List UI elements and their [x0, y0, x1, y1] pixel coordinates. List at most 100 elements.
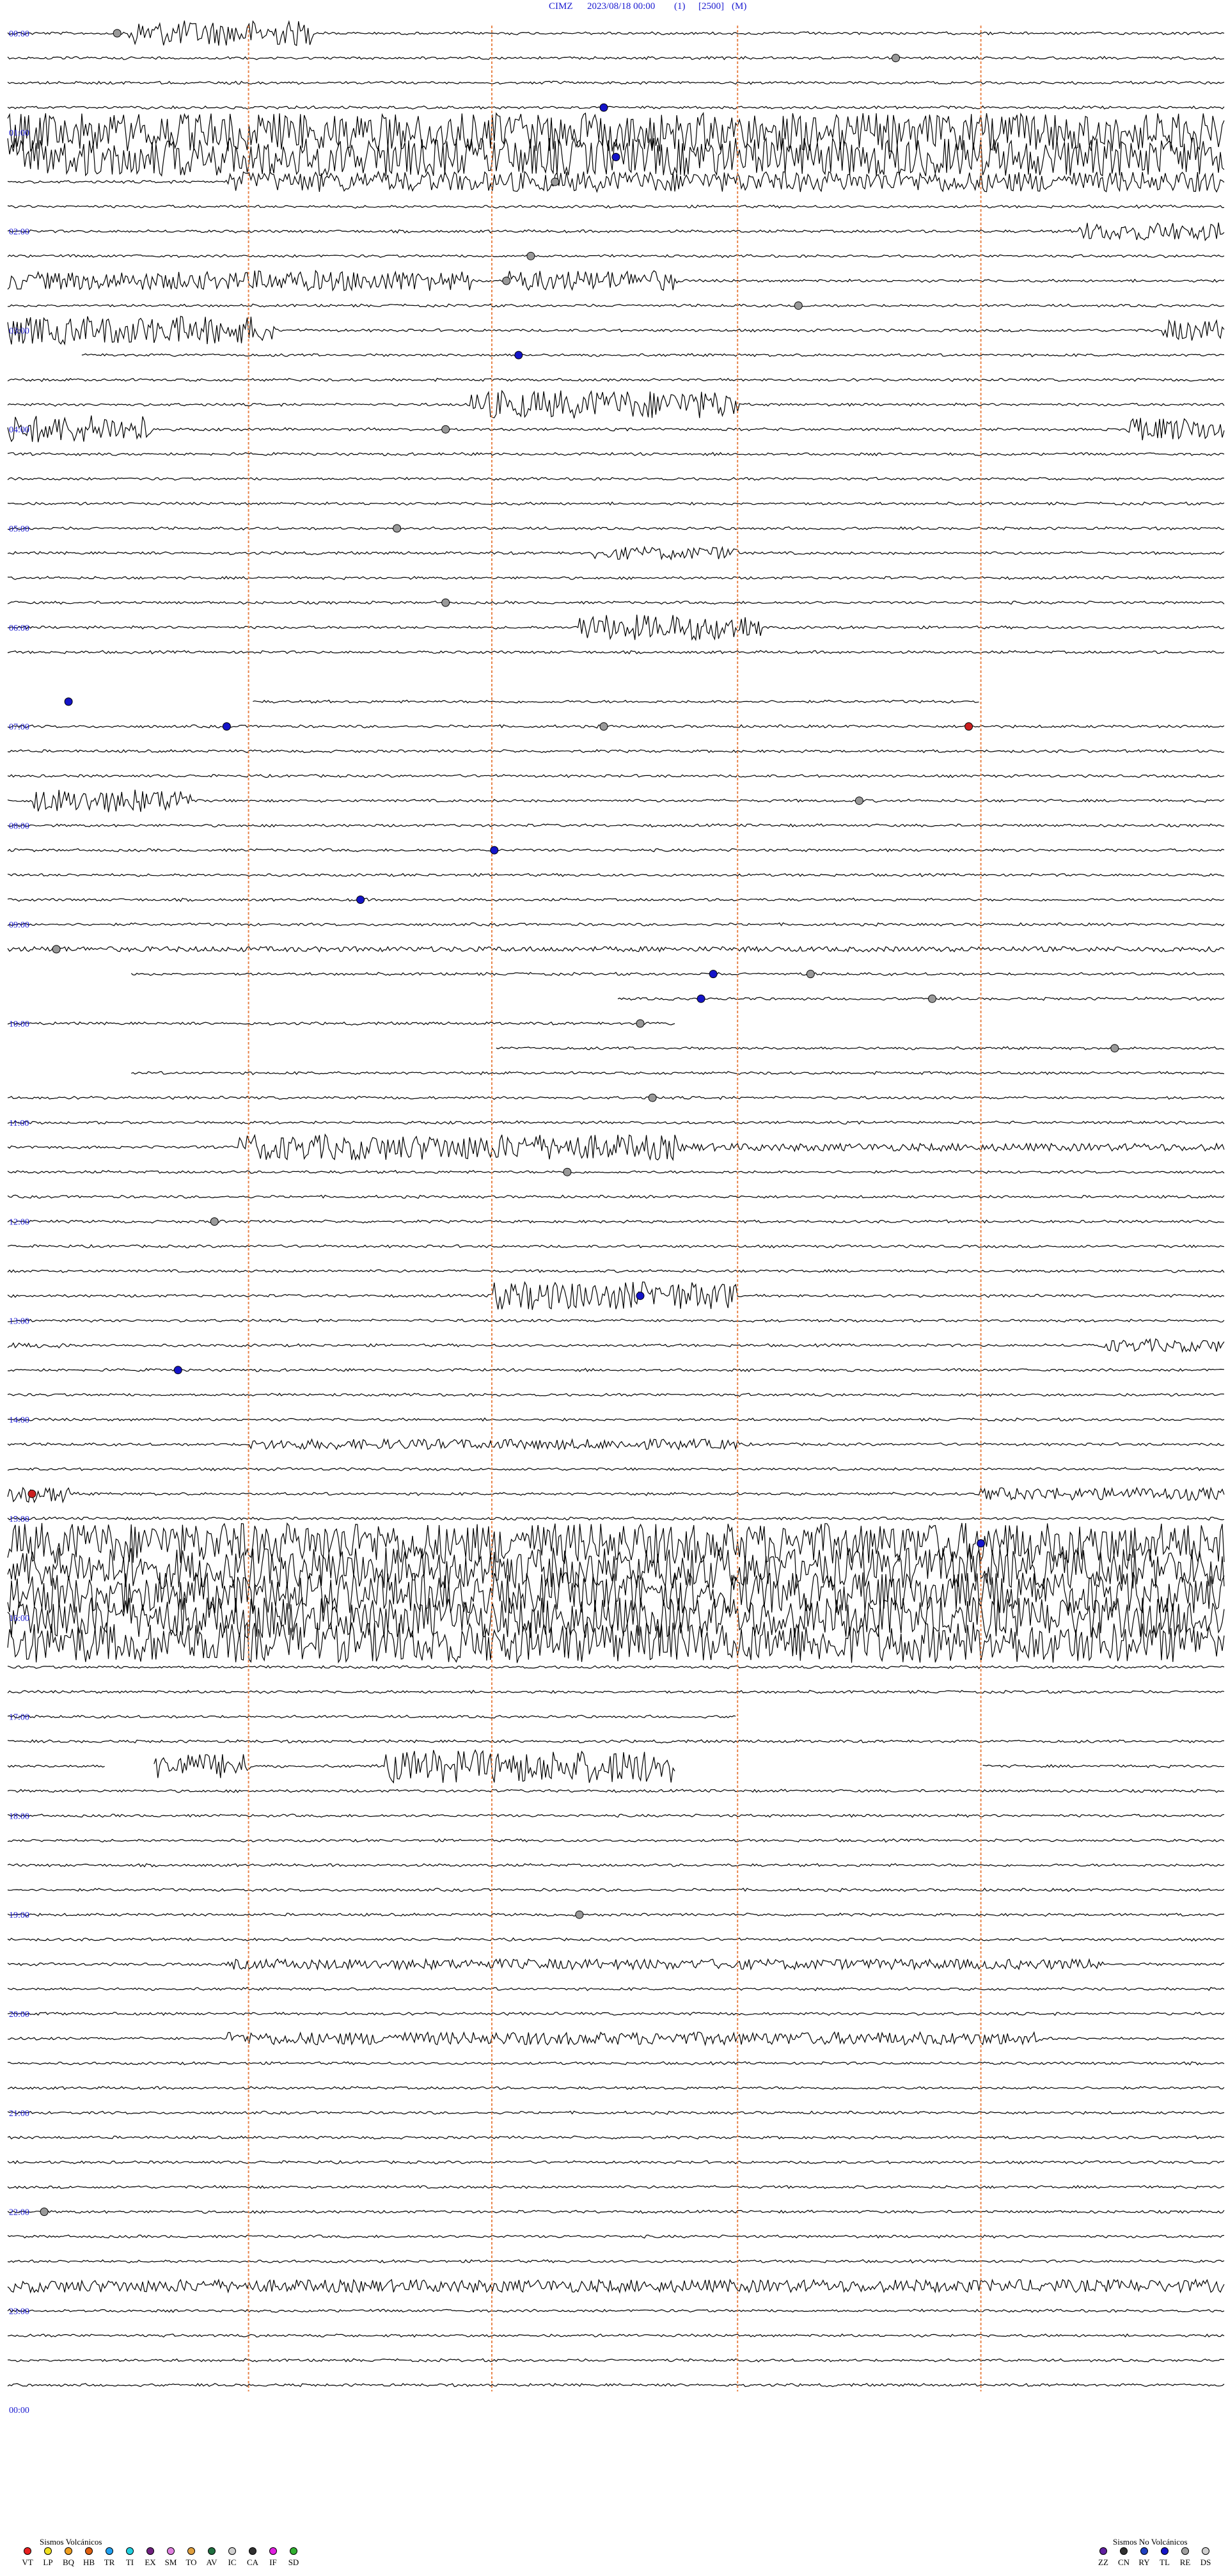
hour-label: 06:00: [9, 624, 29, 633]
legend-label: BQ: [62, 2557, 75, 2567]
legend-item: SM: [162, 2547, 179, 2568]
legend-label: IF: [269, 2557, 277, 2567]
legend-volcanic-title: Sismos Volcánicos: [40, 2537, 102, 2547]
trace-line: [7, 501, 1225, 506]
legend-label: TL: [1160, 2557, 1170, 2567]
trace-line: [7, 922, 1225, 927]
trace-line: [617, 997, 1225, 1001]
legend-swatch: [85, 2547, 93, 2555]
trace-line: [7, 600, 1225, 605]
event-marker: [964, 722, 973, 731]
trace-line: [7, 1689, 1225, 1695]
event-marker: [356, 896, 365, 904]
legend-label: SM: [164, 2557, 177, 2567]
trace-line: [130, 972, 1225, 976]
hour-label: 17:00: [9, 1713, 29, 1723]
legend-swatch: [290, 2547, 297, 2555]
legend-swatch: [1140, 2547, 1148, 2555]
trace-line: [7, 1120, 1225, 1125]
legend-label: DS: [1200, 2557, 1211, 2567]
trace-line: [7, 2011, 1225, 2016]
legend-item: LP: [40, 2547, 56, 2568]
trace-line: [7, 2031, 1225, 2046]
trace-line: [7, 477, 1225, 481]
trace-line: [7, 204, 1225, 209]
trace-line: [7, 315, 1225, 346]
trace-line: [7, 1522, 1225, 1565]
trace-line: [7, 1133, 1225, 1162]
trace-line: [7, 2085, 1225, 2090]
trace-line: [7, 2160, 1225, 2165]
hour-label: 14:00: [9, 1416, 29, 1425]
hour-label: 07:00: [9, 723, 29, 732]
trace-line: [7, 2209, 1225, 2214]
event-marker: [599, 103, 608, 112]
event-marker: [490, 846, 499, 855]
trace-line: [7, 222, 1225, 242]
event-marker: [40, 2208, 49, 2216]
legend-swatch: [269, 2547, 277, 2555]
trace-line: [7, 650, 1225, 654]
trace-line: [7, 81, 1225, 85]
legend-label: TO: [185, 2557, 197, 2567]
trace-line: [7, 2278, 1225, 2294]
legend-swatch: [1181, 2547, 1189, 2555]
legend-volcanic: VT LP BQ HB TR TI EX SM TO AV IC CA IF SD: [19, 2547, 302, 2568]
trace-line: [7, 254, 1225, 258]
legend-item: TR: [101, 2547, 118, 2568]
trace-line: [7, 56, 1225, 60]
hour-label: 15:00: [9, 1515, 29, 1524]
event-marker: [393, 524, 402, 533]
trace-line: [7, 2185, 1225, 2190]
event-marker: [64, 697, 73, 706]
trace-line: [7, 614, 1225, 642]
hour-label: 10:00: [9, 1020, 29, 1029]
legend-item: HB: [81, 2547, 97, 2568]
trace-line: [7, 20, 1225, 46]
hour-label: 23:00: [9, 2307, 29, 2316]
event-marker: [599, 722, 608, 731]
trace-line: [7, 2110, 1225, 2115]
event-marker: [173, 1366, 182, 1375]
legend-label: CA: [246, 2557, 259, 2567]
legend-item: BQ: [60, 2547, 77, 2568]
legend-label: IC: [228, 2557, 237, 2567]
event-marker: [648, 1093, 657, 1102]
trace-line: [7, 526, 1225, 531]
trace-line: [7, 2383, 1225, 2387]
event-marker: [563, 1167, 572, 1176]
trace-line: [253, 699, 979, 704]
trace-line: [7, 1789, 1225, 1793]
trace-line: [7, 2358, 1224, 2363]
legend-swatch: [187, 2547, 195, 2555]
trace-line: [7, 1863, 1225, 1868]
trace-line: [7, 848, 1225, 853]
event-marker: [636, 1019, 645, 1028]
hour-label: 21:00: [9, 2109, 29, 2119]
legend-label: TI: [125, 2557, 134, 2567]
legend-label: VT: [22, 2557, 33, 2567]
legend-item: IC: [224, 2547, 240, 2568]
legend-non-volcanic-title: Sismos No Volcánicos: [1113, 2537, 1188, 2547]
event-marker: [526, 251, 535, 260]
legend-label: SD: [288, 2557, 299, 2567]
trace-line: [7, 1664, 1225, 1670]
trace-line: [7, 2061, 1225, 2066]
hour-label: 20:00: [9, 2010, 29, 2019]
hour-label: 01:00: [9, 129, 29, 138]
event-marker: [441, 425, 450, 434]
trace-line: [7, 823, 1225, 828]
trace-line: [7, 415, 1225, 443]
trace-line: [7, 945, 1225, 953]
trace-line: [7, 303, 1225, 308]
legend-label: EX: [145, 2557, 156, 2567]
legend-item: RE: [1177, 2547, 1193, 2568]
trace-line: [7, 452, 1225, 457]
event-marker: [441, 598, 450, 607]
legend-swatch: [126, 2547, 134, 2555]
legend-swatch: [146, 2547, 154, 2555]
trace-line: [7, 1021, 675, 1026]
legend-item: TI: [122, 2547, 138, 2568]
trace-line: [7, 1486, 1225, 1504]
hour-label: 11:00: [9, 1119, 29, 1128]
